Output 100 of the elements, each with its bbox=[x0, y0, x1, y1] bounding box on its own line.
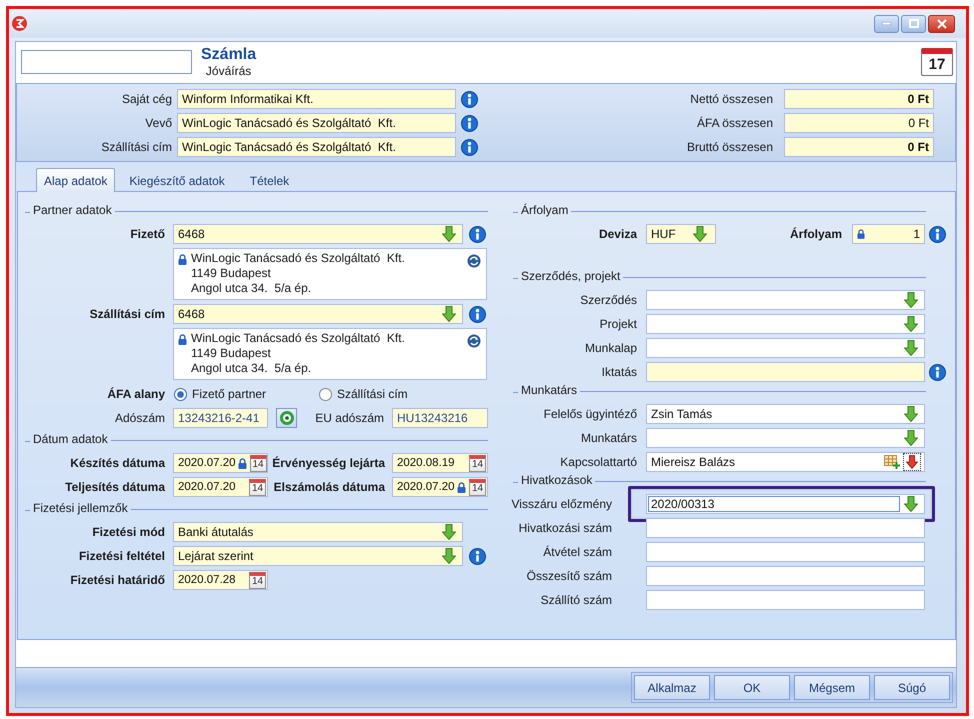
text-field[interactable]: 1 bbox=[852, 224, 925, 244]
text-field[interactable]: 0 Ft bbox=[784, 137, 934, 157]
text-field[interactable]: WinLogic Tanácsadó és Szolgáltató Kft. bbox=[177, 113, 456, 133]
text-field[interactable] bbox=[21, 50, 192, 74]
close-button[interactable] bbox=[928, 14, 955, 32]
info-icon[interactable] bbox=[929, 364, 946, 380]
section-title: Hivatkozások bbox=[520, 473, 594, 487]
text-field[interactable]: 0 Ft bbox=[784, 113, 934, 133]
date-field[interactable]: 2020.07.20 14 bbox=[392, 477, 488, 497]
app-logo-icon[interactable] bbox=[12, 16, 27, 31]
tax-lookup-button[interactable] bbox=[276, 408, 297, 428]
address-line: 1149 Budapest bbox=[191, 346, 272, 361]
arrow-down-icon[interactable] bbox=[693, 226, 707, 242]
calendar-button[interactable]: 14 bbox=[249, 478, 266, 496]
sync-icon[interactable] bbox=[467, 334, 481, 348]
text-field[interactable]: 0 Ft bbox=[784, 89, 934, 109]
text-field[interactable] bbox=[646, 518, 925, 538]
dropdown-field[interactable]: Miereisz Balázs bbox=[646, 452, 925, 472]
field-label: Deviza bbox=[598, 227, 637, 241]
dialog-button[interactable]: OK bbox=[714, 675, 790, 700]
arrow-down-icon[interactable] bbox=[442, 524, 456, 540]
arrow-down-icon[interactable] bbox=[906, 455, 918, 469]
dropdown-button[interactable] bbox=[903, 453, 921, 471]
arrow-down-icon[interactable] bbox=[904, 316, 918, 332]
date-field[interactable]: 2020.07.20 14 bbox=[173, 477, 268, 497]
dropdown-field[interactable]: 6468 bbox=[173, 304, 463, 324]
dialog-button[interactable]: Súgó bbox=[874, 675, 950, 700]
arrow-down-icon[interactable] bbox=[904, 340, 918, 356]
info-icon[interactable] bbox=[469, 306, 486, 322]
info-icon[interactable] bbox=[929, 226, 946, 242]
tab[interactable]: Tételek bbox=[238, 170, 300, 191]
field-label: Munkalap bbox=[584, 341, 637, 355]
field-label: Készítés dátuma bbox=[70, 456, 165, 470]
dropdown-field[interactable]: Banki átutalás bbox=[173, 522, 463, 542]
radio-label[interactable]: Szállítási cím bbox=[337, 387, 408, 401]
field-label: Fizetési mód bbox=[92, 525, 165, 539]
text-field[interactable]: Winform Informatikai Kft. bbox=[177, 89, 456, 109]
calendar-button[interactable]: 14 bbox=[469, 478, 486, 496]
info-icon[interactable] bbox=[469, 226, 486, 242]
field-label: Iktatás bbox=[602, 365, 637, 379]
arrow-down-icon[interactable] bbox=[904, 496, 918, 512]
date-field[interactable]: 2020.07.20 14 bbox=[173, 453, 268, 473]
section-title: Szerződés, projekt bbox=[520, 269, 622, 283]
field-label: Fizetési határidő bbox=[70, 573, 165, 587]
dialog-button[interactable]: Alkalmaz bbox=[634, 675, 710, 700]
date-field[interactable]: 2020.07.28 14 bbox=[173, 570, 268, 590]
radio-button[interactable] bbox=[174, 388, 187, 400]
calendar-button[interactable]: 17 bbox=[921, 48, 953, 76]
dropdown-field[interactable]: Lejárat szerint bbox=[173, 546, 463, 566]
dropdown-field[interactable]: 6468 bbox=[173, 224, 463, 244]
dialog-button[interactable]: Mégsem bbox=[794, 675, 870, 700]
address-line: WinLogic Tanácsadó és Szolgáltató Kft. bbox=[191, 251, 405, 266]
text-field[interactable]: HU13243216 bbox=[392, 408, 488, 428]
dropdown-field[interactable]: Zsin Tamás bbox=[646, 404, 925, 424]
input-field[interactable]: 2020/00313 bbox=[648, 496, 900, 512]
text-field[interactable]: WinLogic Tanácsadó és Szolgáltató Kft. bbox=[177, 137, 456, 157]
text-field[interactable] bbox=[646, 566, 925, 586]
arrow-down-icon[interactable] bbox=[904, 430, 918, 446]
arrow-down-icon[interactable] bbox=[442, 306, 456, 322]
dropdown-field[interactable] bbox=[646, 338, 925, 358]
calendar-button[interactable]: 14 bbox=[249, 572, 266, 588]
arrow-down-icon[interactable] bbox=[904, 406, 918, 422]
sync-icon[interactable] bbox=[467, 254, 481, 268]
calendar-button[interactable]: 14 bbox=[250, 454, 267, 472]
dropdown-field[interactable] bbox=[646, 428, 925, 448]
arrow-down-icon[interactable] bbox=[442, 226, 456, 242]
text-field[interactable] bbox=[646, 590, 925, 610]
info-icon[interactable] bbox=[461, 90, 478, 108]
table-add-icon[interactable] bbox=[884, 455, 900, 469]
radio-label[interactable]: Fizető partner bbox=[192, 387, 266, 401]
text-field[interactable] bbox=[646, 362, 925, 382]
dropdown-field[interactable]: 2020/00313 bbox=[646, 494, 925, 514]
text-field[interactable] bbox=[646, 542, 925, 562]
section-title: Partner adatok bbox=[32, 203, 113, 217]
field-label: Kapcsolattartó bbox=[560, 455, 637, 469]
field-label: ÁFA alany bbox=[107, 387, 165, 401]
ring-icon bbox=[280, 411, 294, 425]
arrow-down-icon[interactable] bbox=[904, 292, 918, 308]
dropdown-field[interactable]: HUF bbox=[646, 224, 716, 244]
calendar-button[interactable]: 14 bbox=[469, 454, 486, 472]
field-label: Bruttó összesen bbox=[686, 140, 773, 154]
text-field[interactable]: 13243216-2-41 bbox=[173, 408, 268, 428]
maximize-button[interactable] bbox=[901, 14, 926, 32]
info-icon[interactable] bbox=[461, 138, 478, 156]
minimize-button[interactable] bbox=[874, 14, 899, 32]
tab[interactable]: Kiegészítő adatok bbox=[118, 170, 236, 191]
info-icon[interactable] bbox=[461, 114, 478, 132]
dropdown-field[interactable] bbox=[646, 314, 925, 334]
arrow-down-icon[interactable] bbox=[442, 548, 456, 564]
field-label: Hivatkozási szám bbox=[518, 521, 612, 535]
info-icon[interactable] bbox=[469, 548, 486, 564]
section-title: Árfolyam bbox=[520, 203, 570, 217]
field-label: Árfolyam bbox=[790, 227, 842, 241]
tab[interactable]: Alap adatok bbox=[36, 168, 116, 192]
minimize-icon bbox=[882, 22, 891, 25]
date-field[interactable]: 2020.08.19 14 bbox=[392, 453, 488, 473]
radio-button[interactable] bbox=[319, 388, 332, 400]
maximize-icon bbox=[908, 19, 918, 28]
field-label: Teljesítés dátuma bbox=[65, 480, 165, 494]
dropdown-field[interactable] bbox=[646, 290, 925, 310]
